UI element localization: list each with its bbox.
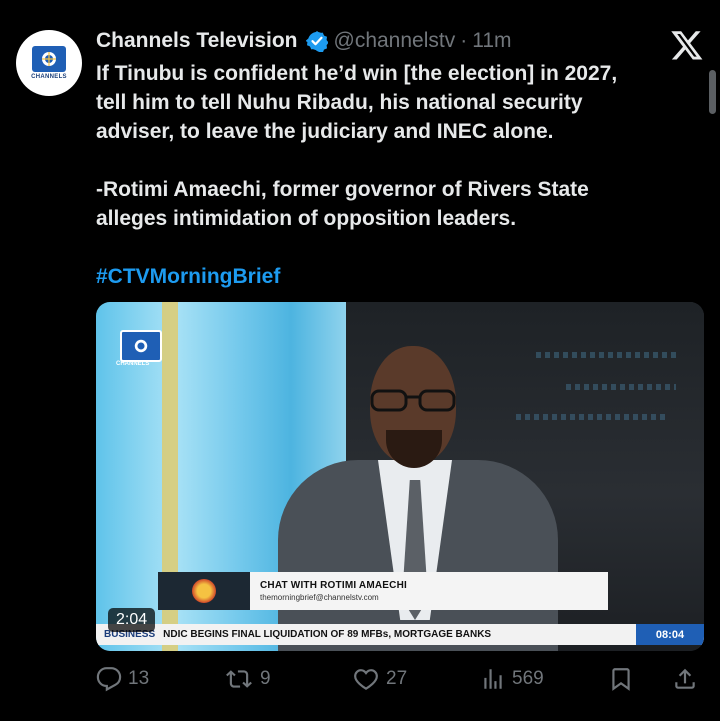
like-button[interactable]: 27 xyxy=(352,664,407,694)
separator: · xyxy=(460,29,468,52)
lower-third: CHAT WITH ROTIMI AMAECHI themorningbrief… xyxy=(158,572,608,610)
share-icon xyxy=(675,668,695,689)
quote-line: -Rotimi Amaechi, former governor of Rive… xyxy=(96,178,589,201)
tweet-text: If Tinubu is confident he’d win [the ele… xyxy=(96,59,696,291)
repost-button[interactable]: 9 xyxy=(224,664,271,694)
ticker-time: 08:04 xyxy=(636,624,704,645)
channels-logo-icon xyxy=(120,330,162,362)
channels-logo-icon xyxy=(32,46,66,72)
repost-icon xyxy=(226,670,252,688)
like-count: 27 xyxy=(386,668,408,689)
scrollbar[interactable] xyxy=(709,70,716,114)
reply-button[interactable]: 13 xyxy=(96,664,149,694)
glasses-icon xyxy=(370,389,456,412)
views-button[interactable]: 569 xyxy=(480,664,544,694)
lower-third-title: CHAT WITH ROTIMI AMAECHI xyxy=(260,580,408,591)
share-button[interactable] xyxy=(672,664,698,694)
views-count: 569 xyxy=(512,668,544,689)
verified-badge-icon xyxy=(305,30,328,52)
timestamp[interactable]: 11m xyxy=(472,29,511,53)
repost-count: 9 xyxy=(260,668,271,689)
video-duration: 2:04 xyxy=(108,608,156,632)
tweet-text-line: adviser, to leave the judiciary and INEC… xyxy=(96,120,554,143)
video-player[interactable]: CHANNELS CHAT WITH ROTIMI AMAECHI themor… xyxy=(96,302,704,651)
reply-count: 13 xyxy=(128,668,150,689)
author-name[interactable]: Channels Television xyxy=(96,29,298,53)
x-logo-icon xyxy=(670,28,704,62)
avatar-logo-text: CHANNELS xyxy=(31,74,67,80)
tweet-text-line: If Tinubu is confident he’d win [the ele… xyxy=(96,62,618,85)
views-icon xyxy=(484,669,502,689)
action-bar: 13 9 27 569 xyxy=(96,664,704,694)
tweet-header: Channels Television @channelstv · 11m xyxy=(96,27,512,55)
bookmark-button[interactable] xyxy=(608,664,634,694)
screen-pattern xyxy=(516,414,666,420)
tweet-text-line: tell him to tell Nuhu Ribadu, his nation… xyxy=(96,91,583,114)
quote-line: alleges intimidation of opposition leade… xyxy=(96,207,517,230)
morning-brief-logo-icon xyxy=(158,572,250,610)
channel-logo-text: CHANNELS xyxy=(116,361,150,367)
screen-pattern xyxy=(566,384,676,390)
hashtag-link[interactable]: #CTVMorningBrief xyxy=(96,262,696,291)
avatar[interactable]: CHANNELS xyxy=(16,30,82,96)
news-ticker: BUSINESS NDIC BEGINS FINAL LIQUIDATION O… xyxy=(96,624,704,645)
screen-pattern xyxy=(536,352,676,358)
author-handle[interactable]: @channelstv xyxy=(334,29,456,53)
tweet[interactable]: CHANNELS Channels Television @channelstv… xyxy=(0,0,720,721)
ticker-text: NDIC BEGINS FINAL LIQUIDATION OF 89 MFBs… xyxy=(163,629,492,640)
lower-third-subtitle: themorningbrief@channelstv.com xyxy=(260,593,379,602)
heart-icon xyxy=(354,669,378,690)
reply-icon xyxy=(96,667,122,692)
bookmark-icon xyxy=(612,668,630,691)
